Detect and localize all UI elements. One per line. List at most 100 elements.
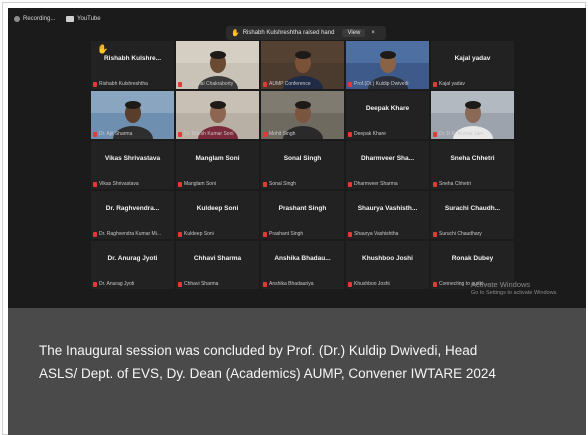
recording-indicator[interactable]: Recording...	[14, 13, 55, 25]
participant-caption-text: Manglam Soni	[184, 181, 216, 187]
youtube-live-indicator[interactable]: YouTube	[66, 13, 101, 25]
participant-caption-text: Dr. Ajit Sharma	[99, 131, 133, 137]
participant-caption: Kuldeep Soni	[178, 230, 214, 238]
participant-caption: Dr. Anurag Jyoti	[93, 280, 134, 288]
caption-text: The Inaugural session was concluded by P…	[39, 339, 579, 385]
participant-tile[interactable]: Dr. Kunal Chakraborty	[176, 41, 259, 89]
participant-tile[interactable]: Sneha Chhetri Sneha Chhetri	[431, 141, 514, 189]
participant-caption-text: Sneha Chhetri	[439, 181, 471, 187]
participant-tile[interactable]: Kuldeep Soni Kuldeep Soni	[176, 191, 259, 239]
muted-mic-icon	[178, 131, 182, 137]
participant-tile[interactable]: Anshika Bhadau... Anshika Bhadauriya	[261, 241, 344, 289]
participant-caption-text: Dr. Nitesh Kumar Soni	[184, 131, 234, 137]
muted-mic-icon	[93, 181, 97, 187]
participant-tile[interactable]: ✋ Rishabh Kulshre... Rishabh Kulshreshtha	[91, 41, 174, 89]
participant-tile[interactable]: Manglam Soni Manglam Soni	[176, 141, 259, 189]
muted-mic-icon	[433, 181, 437, 187]
participant-caption-text: Mohit Singh	[269, 131, 296, 137]
participant-tile[interactable]: Shaurya Vashisth... Shaurya Vashishtha	[346, 191, 429, 239]
participant-tile[interactable]: Prashant Singh Prashant Singh	[261, 191, 344, 239]
participant-caption: Dr. Ajit Sharma	[93, 130, 132, 138]
participant-name: Prashant Singh	[278, 205, 327, 212]
muted-mic-icon	[263, 81, 267, 87]
participant-caption-text: Kuldeep Soni	[184, 231, 214, 237]
participant-tile[interactable]: Surachi Chaudh... Suruchi Chaudhary	[431, 191, 514, 239]
watermark-subtitle: Go to Settings to activate Windows.	[471, 290, 558, 296]
caption-line-1: The Inaugural session was concluded by P…	[39, 343, 478, 358]
participant-name: Deepak Khare	[365, 105, 410, 112]
participant-caption: Dr. Nitesh Kumar Soni	[178, 130, 233, 138]
participant-caption-text: Deepak Khare	[354, 131, 386, 137]
participant-caption: Sneha Chhetri	[433, 180, 471, 188]
participant-tile[interactable]: Prof.(Dr.) Kuldip Dwivedi	[346, 41, 429, 89]
participant-tile[interactable]: Dr. Ajit Sharma	[91, 91, 174, 139]
muted-mic-icon	[178, 281, 182, 287]
participant-caption-text: Shaurya Vashishtha	[354, 231, 399, 237]
muted-mic-icon	[263, 131, 267, 137]
participant-caption-text: Anshika Bhadauriya	[269, 281, 314, 287]
muted-mic-icon	[93, 81, 97, 87]
activate-windows-watermark: Activate Windows Go to Settings to activ…	[471, 280, 558, 298]
muted-mic-icon	[348, 181, 352, 187]
participant-tile[interactable]: Dr. R.K. Kumar Jain	[431, 91, 514, 139]
participant-tile[interactable]: Vikas Shrivastava Vikas Shrivastava	[91, 141, 174, 189]
participant-tile[interactable]: Kajal yadav Kajal yadav	[431, 41, 514, 89]
muted-mic-icon	[433, 281, 437, 287]
participant-caption: Vikas Shrivastava	[93, 180, 139, 188]
participant-caption: Deepak Khare	[348, 130, 386, 138]
view-button[interactable]: View	[342, 29, 366, 37]
muted-mic-icon	[433, 231, 437, 237]
participant-name: Manglam Soni	[195, 155, 240, 162]
participant-caption: Dr. Kunal Chakraborty	[178, 80, 233, 88]
participant-caption: Khushboo Joshi	[348, 280, 390, 288]
participant-name: Rishabh Kulshre...	[103, 55, 162, 62]
participant-caption-text: Dr. Raghvendra Kumar Mi...	[99, 231, 161, 237]
participant-name: Sneha Chhetri	[450, 155, 495, 162]
participant-name: Ronak Dubey	[451, 255, 494, 262]
participant-caption: Chhavi Sharma	[178, 280, 218, 288]
participant-caption-text: Dr. R.K. Kumar Jain	[439, 131, 484, 137]
meeting-window: Recording... YouTube ✋ Rishabh Kulshresh…	[8, 8, 586, 308]
muted-mic-icon	[433, 81, 437, 87]
raised-hand-notification: ✋ Rishabh Kulshreshtha raised hand View …	[226, 26, 386, 40]
caption-band: The Inaugural session was concluded by P…	[8, 308, 586, 435]
participant-tile[interactable]: Dr. Raghvendra... Dr. Raghvendra Kumar Mi…	[91, 191, 174, 239]
close-icon[interactable]: ×	[371, 30, 375, 36]
participant-tile[interactable]: Dr. Nitesh Kumar Soni	[176, 91, 259, 139]
participant-caption: AUMP Conference	[263, 80, 311, 88]
muted-mic-icon	[178, 231, 182, 237]
participant-caption: Mohit Singh	[263, 130, 295, 138]
recording-icon	[14, 16, 20, 22]
participant-caption: Manglam Soni	[178, 180, 216, 188]
participant-caption-text: AUMP Conference	[269, 81, 311, 87]
muted-mic-icon	[263, 281, 267, 287]
participant-tile[interactable]: Deepak Khare Deepak Khare	[346, 91, 429, 139]
participant-caption: Sonal Singh	[263, 180, 296, 188]
recording-label: Recording...	[23, 16, 56, 22]
participant-tile[interactable]: Dr. Anurag Jyoti Dr. Anurag Jyoti	[91, 241, 174, 289]
participant-tile[interactable]: AUMP Conference	[261, 41, 344, 89]
participant-tile[interactable]: Chhavi Sharma Chhavi Sharma	[176, 241, 259, 289]
participant-caption: Dharmveer Sharma	[348, 180, 398, 188]
participant-tile[interactable]: Mohit Singh	[261, 91, 344, 139]
participant-tile[interactable]: Sonal Singh Sonal Singh	[261, 141, 344, 189]
participant-caption-text: Dharmveer Sharma	[354, 181, 398, 187]
muted-mic-icon	[348, 231, 352, 237]
raised-hand-icon: ✋	[231, 30, 240, 37]
participant-name: Vikas Shrivastava	[104, 155, 161, 162]
participant-caption-text: Chhavi Sharma	[184, 281, 219, 287]
participant-caption-text: Sonal Singh	[269, 181, 296, 187]
participant-name: Shaurya Vashisth...	[357, 205, 418, 212]
participant-caption: Dr. R.K. Kumar Jain	[433, 130, 483, 138]
participant-caption-text: Vikas Shrivastava	[99, 181, 139, 187]
participant-caption: Prashant Singh	[263, 230, 303, 238]
participant-tile[interactable]: Dharmveer Sha... Dharmveer Sharma	[346, 141, 429, 189]
muted-mic-icon	[348, 81, 352, 87]
participant-caption: Anshika Bhadauriya	[263, 280, 313, 288]
participant-caption: Shaurya Vashishtha	[348, 230, 398, 238]
participant-name: Anshika Bhadau...	[274, 255, 331, 262]
participant-tile[interactable]: Khushboo Joshi Khushboo Joshi	[346, 241, 429, 289]
participant-name: Surachi Chaudh...	[444, 205, 501, 212]
participant-name: Dr. Raghvendra...	[105, 205, 160, 212]
participant-name: Dharmveer Sha...	[360, 155, 415, 162]
